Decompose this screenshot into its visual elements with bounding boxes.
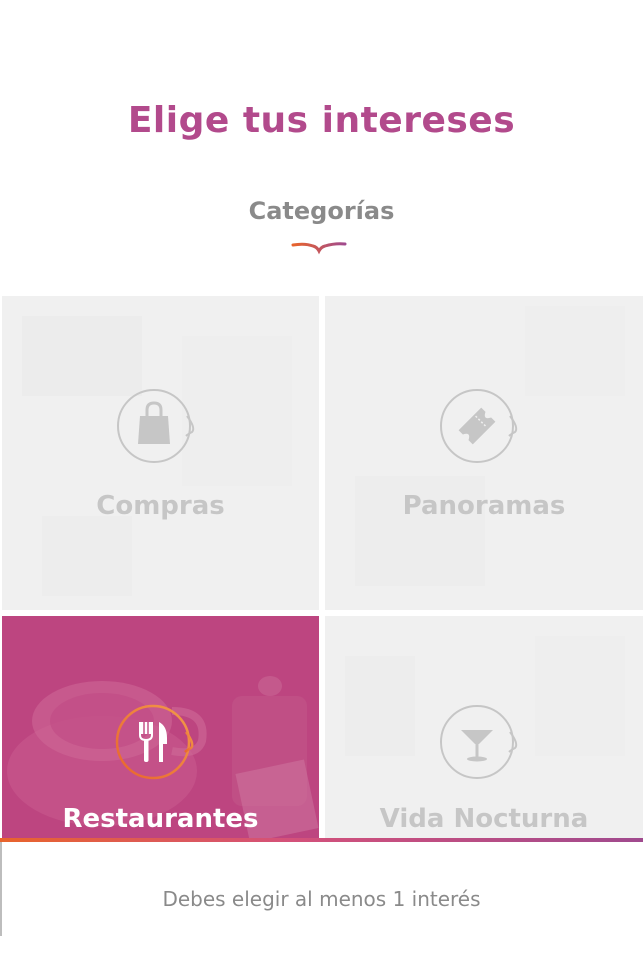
selection-progress-bar [0,838,643,842]
ticket-icon [440,389,518,463]
minimum-selection-message: Debes elegir al menos 1 interés [162,887,481,911]
category-label: Restaurantes [62,804,259,834]
category-tile-compras[interactable]: Compras [2,296,319,610]
category-tile-restaurantes[interactable]: Restaurantes [2,616,319,840]
shopping-bag-icon [117,389,195,463]
subtitle-underline-decoration [291,242,347,255]
cocktail-glass-icon [440,705,518,779]
category-grid: Compras Panoramas Restaurantes Vida Noct… [0,294,643,842]
fork-knife-icon [115,704,194,780]
section-subtitle: Categorías [248,197,395,225]
page-title: Elige tus intereses [127,100,516,141]
category-label: Panoramas [402,491,566,521]
category-tile-vida-nocturna[interactable]: Vida Nocturna [325,616,643,840]
category-label: Vida Nocturna [379,804,589,834]
category-tile-panoramas[interactable]: Panoramas [325,296,643,610]
category-label: Compras [96,491,225,521]
